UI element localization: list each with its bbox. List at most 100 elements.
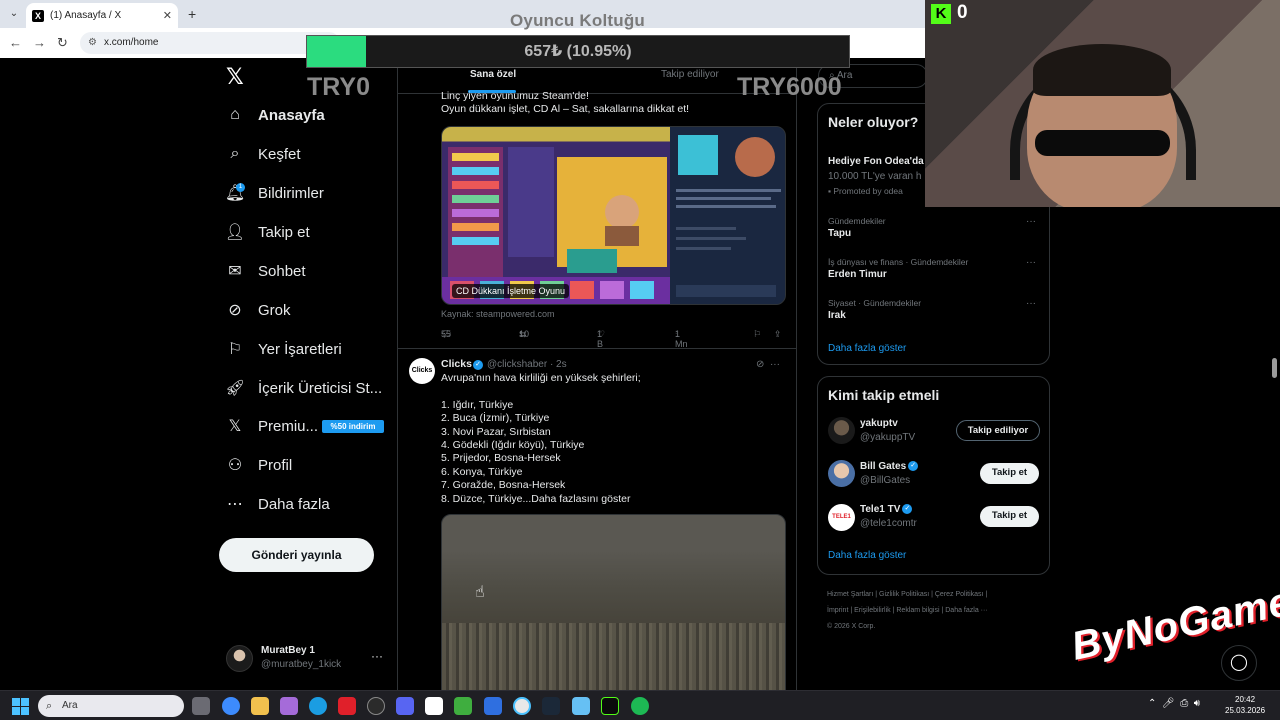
taskbar-search[interactable]: ⌕ Ara [38, 695, 184, 717]
x-logo-icon[interactable]: 𝕏 [226, 64, 244, 90]
share-icon[interactable]: ⇪ [774, 329, 782, 340]
taskbar-clock[interactable]: 20:42 25.03.2026 [1225, 694, 1265, 716]
tweet-text-line: 2. Buca (İzmir), Türkiye [441, 412, 550, 424]
sidebar-item-creator-studio[interactable]: 🚀︎ İçerik Üreticisi St... [225, 379, 383, 398]
capcut-icon[interactable] [425, 697, 443, 715]
tab-search-icon[interactable]: ⌄ [6, 6, 22, 22]
grok-icon[interactable]: ⊘ [756, 359, 764, 370]
trend-name[interactable]: Tapu [828, 228, 851, 239]
sidebar-item-chat[interactable]: ✉ Sohbet [226, 262, 305, 281]
scrollbar[interactable] [1272, 358, 1277, 378]
new-tab-button[interactable]: + [188, 6, 196, 22]
steam-icon[interactable] [542, 697, 560, 715]
follow-button[interactable]: Takip et [980, 506, 1039, 527]
sidebar-item-bookmarks[interactable]: ⚐ Yer İşaretleri [226, 340, 342, 359]
avatar[interactable]: Clicks [409, 358, 435, 384]
x-favicon-icon: X [32, 9, 44, 22]
obs-icon[interactable] [367, 697, 385, 715]
chrome-active-icon[interactable] [513, 697, 531, 715]
footer-line[interactable]: Hizmet Şartları | Gizlilik Politikası | … [827, 587, 1047, 603]
wtf-show-more[interactable]: Daha fazla göster [828, 550, 906, 561]
trends-title: Neler oluyor? [828, 114, 919, 130]
windows-start-icon[interactable] [12, 698, 29, 715]
trend-category: Siyaset · Gündemdekiler [828, 298, 922, 308]
site-settings-icon[interactable]: ⚙ [88, 32, 97, 54]
avatar [226, 645, 253, 672]
grok-icon: ⊘ [228, 302, 242, 319]
url-text: x.com/home [104, 37, 159, 48]
forward-icon[interactable]: → [33, 35, 46, 50]
sidebar-item-explore[interactable]: ⌕ Keşfet [226, 145, 301, 163]
wtf-name[interactable]: yakuptv [860, 418, 898, 429]
back-icon[interactable]: ← [9, 35, 22, 50]
sidebar-item-label: Premiu... [258, 417, 319, 435]
sidebar-item-home[interactable]: ⌂ Anasayfa [226, 106, 325, 124]
trend-name[interactable]: Irak [828, 310, 846, 321]
info-panel-art [676, 135, 781, 297]
tweet-text-line: 6. Konya, Türkiye [441, 466, 523, 478]
more-icon[interactable]: ··· [770, 359, 780, 370]
wtf-handle: @tele1comtr [860, 518, 917, 529]
copilot-icon[interactable] [280, 697, 298, 715]
discord-icon[interactable] [396, 697, 414, 715]
tweet-author-handle[interactable]: @clickshaber · 2s [487, 359, 567, 370]
address-bar[interactable]: ⚙ x.com/home [80, 32, 340, 54]
tweet-media-card[interactable]: CD Dükkanı İşletme Oyunu [441, 126, 786, 305]
more-icon[interactable]: ··· [1026, 298, 1036, 309]
goal-title: Oyuncu Koltuğu [510, 11, 646, 30]
account-switcher[interactable]: MuratBey 1 @muratbey_1kick ··· [226, 643, 386, 675]
promoted-icon: ▪ [828, 186, 832, 196]
reload-icon[interactable]: ↻ [57, 35, 68, 51]
tab-for-you[interactable]: Sana özel [470, 69, 516, 80]
promo-title[interactable]: Hediye Fon Odea'da [828, 156, 924, 167]
tweet-text-line: Avrupa'nın hava kirliliği en yüksek şehi… [441, 372, 641, 384]
wtf-name-row[interactable]: Tele1 TV ✓ [860, 504, 913, 515]
more-icon[interactable]: ··· [371, 649, 383, 663]
following-button[interactable]: Takip ediliyor [956, 420, 1040, 441]
browser-tab[interactable]: X (1) Anasayfa / X ✕ [26, 3, 178, 28]
avatar[interactable]: TELE1 [828, 504, 855, 531]
sidebar-item-premium[interactable]: 𝕏 Premiu... [226, 417, 319, 436]
app2-icon[interactable] [572, 697, 590, 715]
tab-following[interactable]: Takip ediliyor [661, 69, 719, 80]
more-icon[interactable]: ··· [1026, 216, 1036, 227]
clock-date: 25.03.2026 [1225, 706, 1266, 715]
post-button[interactable]: Gönderi yayınla [219, 538, 374, 572]
file-explorer-icon[interactable] [251, 697, 269, 715]
mail-icon: ✉ [228, 263, 242, 280]
avatar[interactable] [828, 460, 855, 487]
opera-icon[interactable] [338, 697, 356, 715]
sidebar-item-label: Takip et [258, 223, 310, 241]
follow-button[interactable]: Takip et [980, 463, 1039, 484]
tweet-media-image[interactable] [441, 514, 786, 690]
tweet-author-name[interactable]: Clicks [441, 358, 472, 370]
more-circle-icon: ⋯ [227, 496, 243, 513]
card-source[interactable]: Kaynak: steampowered.com [441, 309, 555, 319]
goal-progress-bar: 657₺ (10.95%) [306, 35, 850, 68]
sidebar-item-label: Anasayfa [258, 106, 325, 124]
verified-icon: ✓ [902, 504, 913, 515]
minecraft-icon[interactable] [454, 697, 472, 715]
kick-app-icon[interactable] [601, 697, 619, 715]
task-view-icon[interactable] [192, 697, 210, 715]
trends-show-more[interactable]: Daha fazla göster [828, 343, 906, 354]
avatar[interactable] [828, 417, 855, 444]
close-tab-icon[interactable]: ✕ [163, 9, 172, 22]
footer-line[interactable]: İmprint | Erişilebilirlik | Reklam bilgi… [827, 603, 1047, 619]
spotify-icon[interactable] [631, 697, 649, 715]
sidebar-item-profile[interactable]: ⚇ Profil [226, 456, 292, 475]
sidebar-item-more[interactable]: ⋯ Daha fazla [226, 495, 330, 514]
trend-name[interactable]: Erden Timur [828, 269, 887, 280]
sidebar-item-label: İçerik Üreticisi St... [258, 379, 383, 397]
more-icon[interactable]: ··· [1026, 257, 1036, 268]
edge-icon[interactable] [309, 697, 327, 715]
system-tray[interactable]: ⌃ 🎤︎ ⎙ 🔊︎ [1148, 698, 1200, 709]
wtf-name-row[interactable]: Bill Gates ✓ [860, 461, 919, 472]
sidebar-item-follow[interactable]: 👤︎ Takip et [225, 223, 310, 242]
app-icon[interactable] [484, 697, 502, 715]
tweet-text-line[interactable]: 8. Düzce, Türkiye...Daha fazlasını göste… [441, 493, 630, 506]
bookmark-icon[interactable]: ⚐ [753, 329, 761, 340]
sidebar-item-grok[interactable]: ⊘ Grok [226, 301, 290, 320]
messages-drawer-button[interactable]: ◯ [1221, 645, 1257, 681]
chrome-icon[interactable] [222, 697, 240, 715]
